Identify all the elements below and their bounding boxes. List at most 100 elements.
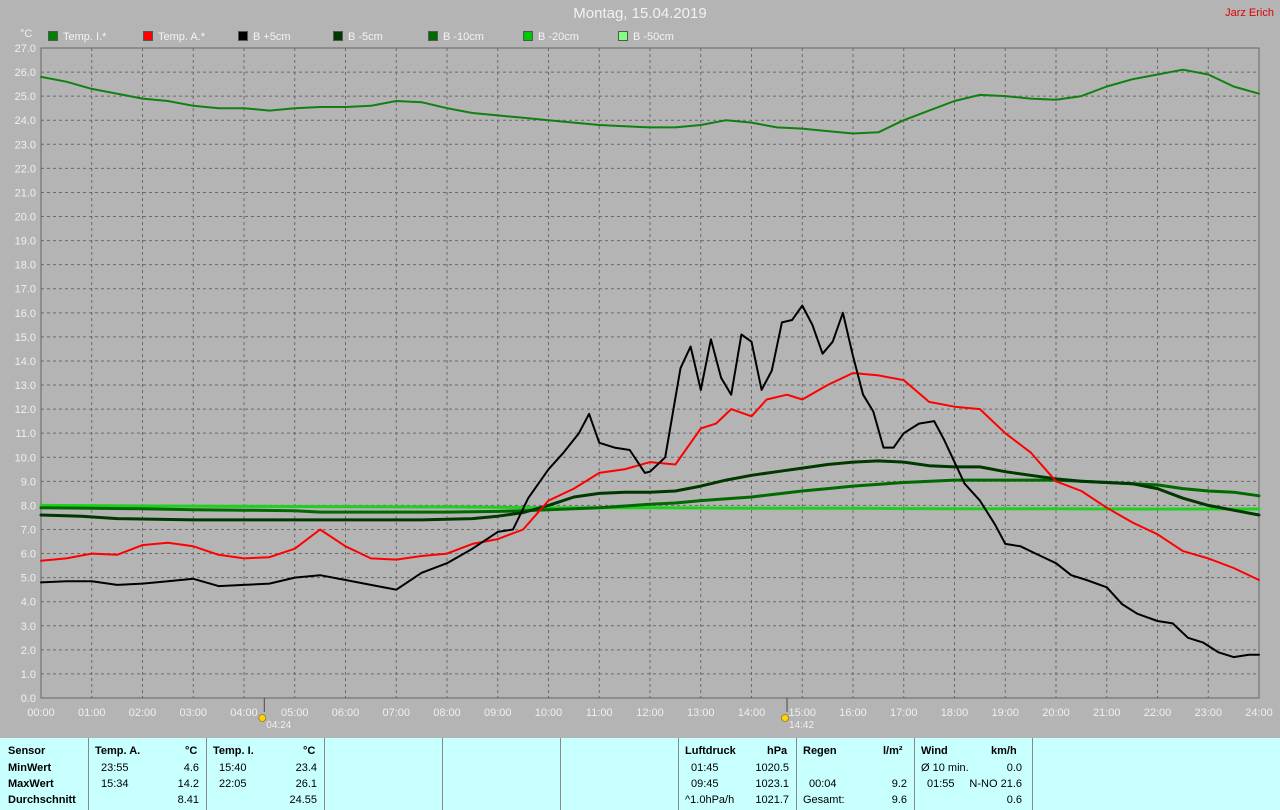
y-tick-label: 27.0: [15, 43, 36, 55]
y-tick-label: 1.0: [21, 669, 36, 681]
x-tick-label: 09:00: [484, 707, 512, 719]
col-divider: [796, 738, 797, 810]
y-tick-label: 6.0: [21, 549, 36, 561]
row-label-avg: Durchschnitt: [8, 794, 76, 806]
x-tick-label: 01:00: [78, 707, 106, 719]
y-tick-label: 13.0: [15, 380, 36, 392]
wind-avg-label: Ø 10 min.: [921, 762, 969, 774]
temp-a-unit: °C: [185, 745, 198, 757]
row-label-max: MaxWert: [8, 778, 54, 790]
wind-max-time: 01:55: [927, 778, 955, 790]
marker-time-label: 04:24: [266, 720, 291, 731]
x-tick-label: 24:00: [1245, 707, 1273, 719]
x-tick-label: 12:00: [636, 707, 664, 719]
x-tick-label: 22:00: [1144, 707, 1172, 719]
y-tick-label: 22.0: [15, 163, 36, 175]
x-tick-label: 18:00: [941, 707, 969, 719]
temp-i-avg: 24.55: [289, 794, 317, 806]
rain-total-label: Gesamt:: [803, 794, 845, 806]
x-tick-label: 21:00: [1093, 707, 1121, 719]
col-divider: [1032, 738, 1033, 810]
x-tick-label: 03:00: [179, 707, 207, 719]
x-tick-label: 06:00: [332, 707, 360, 719]
pressure-unit: hPa: [767, 745, 788, 757]
x-tick-label: 08:00: [433, 707, 461, 719]
x-tick-label: 00:00: [27, 707, 55, 719]
col-divider: [88, 738, 89, 810]
col-divider: [442, 738, 443, 810]
rain-total-value: 9.6: [891, 794, 907, 806]
temp-a-max-time: 15:34: [101, 778, 129, 790]
pressure-min-time: 01:45: [691, 762, 719, 774]
temp-i-max-time: 22:05: [219, 778, 247, 790]
temp-a-min-time: 23:55: [101, 762, 129, 774]
y-tick-label: 16.0: [15, 308, 36, 320]
pressure-avg: 1021.7: [755, 794, 789, 806]
temp-i-min-value: 23.4: [295, 762, 317, 774]
x-tick-label: 07:00: [382, 707, 410, 719]
y-tick-label: 18.0: [15, 260, 36, 272]
x-tick-label: 16:00: [839, 707, 867, 719]
x-tick-label: 17:00: [890, 707, 918, 719]
y-tick-label: 4.0: [21, 597, 36, 609]
x-tick-label: 23:00: [1194, 707, 1222, 719]
y-tick-label: 5.0: [21, 573, 36, 585]
temp-a-header: Temp. A.: [95, 745, 141, 757]
wind-unit: km/h: [991, 745, 1017, 757]
y-tick-label: 21.0: [15, 187, 36, 199]
x-tick-label: 14:00: [738, 707, 766, 719]
y-tick-label: 26.0: [15, 67, 36, 79]
rain-header: Regen: [803, 745, 837, 757]
pressure-max-time: 09:45: [691, 778, 719, 790]
y-tick-label: 24.0: [15, 115, 36, 127]
y-tick-label: 9.0: [21, 476, 36, 488]
temp-i-max-value: 26.1: [295, 778, 317, 790]
pressure-header: Luftdruck: [685, 745, 736, 757]
rain-value: 9.2: [891, 778, 907, 790]
sensor-header: Sensor: [8, 745, 46, 757]
y-tick-label: 10.0: [15, 452, 36, 464]
wind-header: Wind: [921, 745, 948, 757]
temperature-chart: 0.0 1.0 2.0 3.0 4.0 5.0 6.0 7.0 8.0 9.0 10.0 11.0 12…: [15, 28, 1273, 731]
temp-i-header: Temp. I.: [213, 745, 254, 757]
y-tick-label: 15.0: [15, 332, 36, 344]
temp-a-max-value: 14.2: [177, 778, 199, 790]
y-tick-label: 0.0: [21, 693, 36, 705]
rain-unit: l/m²: [883, 745, 903, 757]
wind-third-value: 0.6: [1006, 794, 1022, 806]
x-tick-label: 04:00: [230, 707, 258, 719]
temp-a-avg: 8.41: [177, 794, 199, 806]
y-tick-label: 7.0: [21, 524, 36, 536]
y-tick-label: 8.0: [21, 500, 36, 512]
pressure-trend: ^1.0hPa/h: [685, 794, 735, 806]
row-label-min: MinWert: [8, 762, 52, 774]
col-divider: [206, 738, 207, 810]
y-tick-label: 20.0: [15, 212, 36, 224]
x-tick-label: 05:00: [281, 707, 309, 719]
x-tick-label: 11:00: [586, 707, 613, 719]
wind-avg-value: 0.0: [1006, 762, 1022, 774]
x-tick-label: 20:00: [1042, 707, 1070, 719]
y-tick-label: 19.0: [15, 236, 36, 248]
y-tick-label: 3.0: [21, 621, 36, 633]
pressure-min-value: 1020.5: [755, 762, 789, 774]
x-tick-label: 10:00: [535, 707, 563, 719]
x-tick-label: 15:00: [788, 707, 816, 719]
y-tick-label: 12.0: [15, 404, 36, 416]
temp-i-min-time: 15:40: [219, 762, 247, 774]
y-tick-label: 11.0: [15, 428, 36, 440]
col-divider: [324, 738, 325, 810]
sun-cloud-icon: [781, 714, 789, 722]
y-tick-label: 14.0: [15, 356, 36, 368]
col-divider: [678, 738, 679, 810]
sunrise-icon: [258, 714, 267, 722]
marker-time-label: 14:42: [789, 720, 814, 731]
y-tick-label: 25.0: [15, 91, 36, 103]
temp-i-unit: °C: [303, 745, 316, 757]
col-divider: [914, 738, 915, 810]
y-tick-label: 23.0: [15, 139, 36, 151]
x-tick-label: 02:00: [129, 707, 157, 719]
col-divider: [560, 738, 561, 810]
x-tick-label: 19:00: [991, 707, 1019, 719]
y-axis-label: °C: [20, 28, 32, 40]
